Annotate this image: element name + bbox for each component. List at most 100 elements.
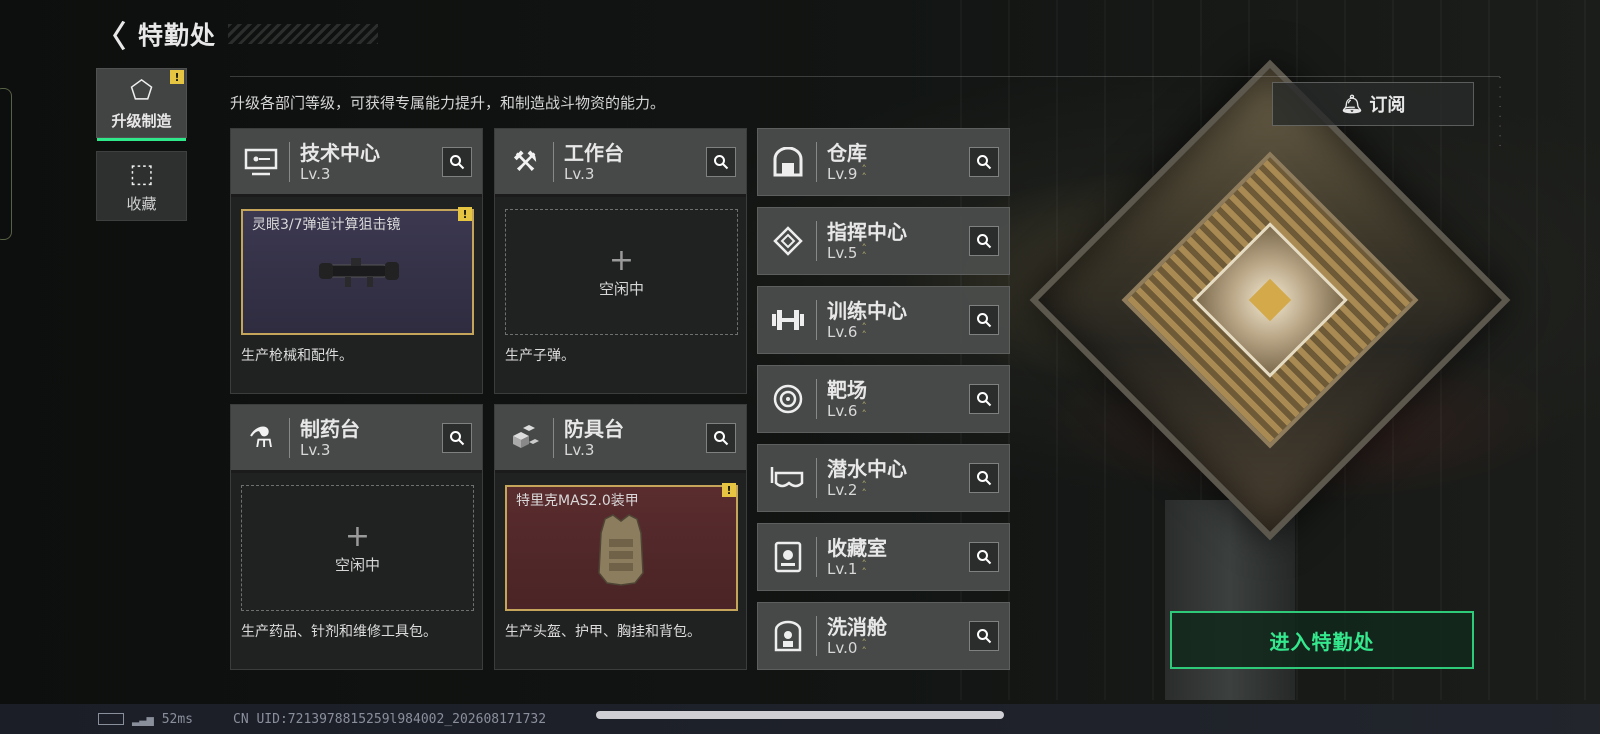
- dept-name: 靶场: [827, 378, 867, 402]
- upgrade-chevron-icon: ˄ ˄: [861, 321, 867, 342]
- production-slot-idle[interactable]: + 空闲中: [241, 485, 474, 611]
- dept-card-tech-center[interactable]: 技术中心 Lv.3 灵眼3/7弹道计算狙击镜 ! 生产枪械和配件。: [230, 128, 483, 394]
- ping-value: 52ms: [161, 711, 193, 727]
- battery-icon: [98, 713, 124, 725]
- command-icon: [764, 217, 812, 265]
- idle-label: 空闲中: [598, 279, 644, 298]
- dept-footer: 生产枪械和配件。: [241, 348, 353, 364]
- plus-icon: +: [344, 518, 371, 554]
- subscribe-label: 订阅: [1369, 95, 1406, 116]
- uid-text: CN UID:7213978815259l984002_202608171732: [233, 711, 547, 727]
- warning-badge: !: [722, 483, 736, 497]
- diving-mask-icon: [764, 454, 812, 502]
- dept-row-collection-room[interactable]: 收藏室 Lv.1 ˄ ˄: [757, 523, 1010, 591]
- collection-icon: ⬚: [129, 158, 154, 189]
- dept-name: 仓库: [827, 141, 867, 165]
- production-slot[interactable]: 特里克MAS2.0装甲 !: [505, 483, 738, 611]
- home-indicator[interactable]: [596, 711, 1004, 719]
- inspect-button[interactable]: [969, 542, 999, 572]
- dept-row-decon-chamber[interactable]: 洗消舱 Lv.0 ˄ ˄: [757, 602, 1010, 670]
- armor-vest-image-icon: [598, 514, 644, 586]
- inspect-button[interactable]: [969, 226, 999, 256]
- scope-image-icon: [319, 258, 399, 287]
- dept-level: Lv.2: [827, 481, 858, 499]
- inspect-button[interactable]: [969, 384, 999, 414]
- subscribe-button[interactable]: 🔔︎ 订阅: [1272, 82, 1474, 126]
- armor-blocks-icon: [501, 414, 549, 462]
- monitor-icon: [237, 138, 285, 186]
- back-arrow-icon[interactable]: 〈: [96, 19, 126, 55]
- warning-badge: !: [458, 207, 472, 221]
- item-name: 特里克MAS2.0装甲: [516, 493, 639, 509]
- dept-row-warehouse[interactable]: 仓库 Lv.9 ˄ ˄: [757, 128, 1010, 196]
- idle-label: 空闲中: [334, 555, 380, 574]
- upgrade-chevron-icon: ˄ ˄: [861, 163, 867, 184]
- tab-label: 收藏: [126, 194, 157, 213]
- decorative-text: · · · · · · · ·: [1494, 76, 1504, 149]
- page-title: 特勤处: [138, 21, 217, 50]
- inspect-button[interactable]: [969, 305, 999, 335]
- page-header: 〈 特勤处: [96, 14, 379, 55]
- magnifier-icon: [714, 431, 729, 446]
- dept-row-command-center[interactable]: 指挥中心 Lv.5 ˄ ˄: [757, 207, 1010, 275]
- inspect-button[interactable]: [969, 147, 999, 177]
- signal-icon: ▂▃▅: [132, 712, 154, 726]
- tab-collection[interactable]: ⬚ 收藏: [96, 151, 187, 221]
- dept-card-pharmacy[interactable]: ⚗ 制药台 Lv.3 + 空闲中 生产药品、针剂和维修工具包。: [230, 404, 483, 670]
- inspect-button[interactable]: [706, 147, 736, 177]
- collection-room-icon: [764, 533, 812, 581]
- magnifier-icon: [977, 234, 992, 249]
- magnifier-icon: [977, 155, 992, 170]
- dept-level: Lv.3: [564, 164, 595, 183]
- dept-level: Lv.5: [827, 244, 858, 262]
- dept-footer: 生产子弹。: [505, 348, 575, 364]
- magnifier-icon: [714, 155, 729, 170]
- dept-card-workbench[interactable]: ⚒ 工作台 Lv.3 + 空闲中 生产子弹。: [494, 128, 747, 394]
- microscope-icon: ⚗: [248, 421, 274, 454]
- magnifier-icon: [977, 471, 992, 486]
- dept-level: Lv.3: [564, 440, 595, 459]
- dept-row-shooting-range[interactable]: 靶场 Lv.6 ˄ ˄: [757, 365, 1010, 433]
- inspect-button[interactable]: [969, 621, 999, 651]
- page-description: 升级各部门等级，可获得专属能力提升，和制造战斗物资的能力。: [230, 94, 666, 112]
- inspect-button[interactable]: [442, 147, 472, 177]
- upgrade-chevron-icon: ˄ ˄: [861, 479, 867, 500]
- dept-level: Lv.1: [827, 560, 858, 578]
- dept-row-training-center[interactable]: 训练中心 Lv.6 ˄ ˄: [757, 286, 1010, 354]
- warehouse-icon: [764, 138, 812, 186]
- plus-icon: +: [608, 242, 635, 278]
- dumbbell-icon: [764, 296, 812, 344]
- target-icon: [764, 375, 812, 423]
- decon-chamber-icon: [764, 612, 812, 660]
- dept-name: 收藏室: [827, 536, 887, 560]
- warning-badge: !: [170, 70, 184, 84]
- dept-row-diving-center[interactable]: 潜水中心 Lv.2 ˄ ˄: [757, 444, 1010, 512]
- production-slot[interactable]: 灵眼3/7弹道计算狙击镜 !: [241, 207, 474, 335]
- dept-level: Lv.3: [300, 440, 331, 459]
- dept-card-armor-bench[interactable]: 防具台 Lv.3 特里克MAS2.0装甲 ! 生产头盔、护甲、胸挂和背包。: [494, 404, 747, 670]
- inspect-button[interactable]: [706, 423, 736, 453]
- tools-icon: ⚒: [512, 145, 538, 178]
- magnifier-icon: [450, 155, 465, 170]
- magnifier-icon: [977, 550, 992, 565]
- dept-name: 防具台: [564, 416, 624, 441]
- left-edge-frame: [0, 88, 12, 240]
- enter-special-ops-button[interactable]: 进入特勤处: [1170, 611, 1474, 669]
- magnifier-icon: [977, 313, 992, 328]
- magnifier-icon: [450, 431, 465, 446]
- dept-name: 洗消舱: [827, 615, 887, 639]
- dept-name: 技术中心: [300, 140, 380, 165]
- upgrade-chevron-icon: ˄ ˄: [861, 637, 867, 658]
- dept-level: Lv.6: [827, 323, 858, 341]
- dept-level: Lv.6: [827, 402, 858, 420]
- header-divider: [230, 76, 1500, 77]
- inspect-button[interactable]: [969, 463, 999, 493]
- production-slot-idle[interactable]: + 空闲中: [505, 209, 738, 335]
- dept-name: 指挥中心: [827, 220, 907, 244]
- tab-upgrade-manufacture[interactable]: ⬠ 升级制造 !: [96, 68, 187, 141]
- dept-level: Lv.3: [300, 164, 331, 183]
- title-stripes-decoration: [228, 24, 379, 44]
- tab-label: 升级制造: [111, 111, 172, 130]
- inspect-button[interactable]: [442, 423, 472, 453]
- cube-artwork: [1029, 59, 1511, 541]
